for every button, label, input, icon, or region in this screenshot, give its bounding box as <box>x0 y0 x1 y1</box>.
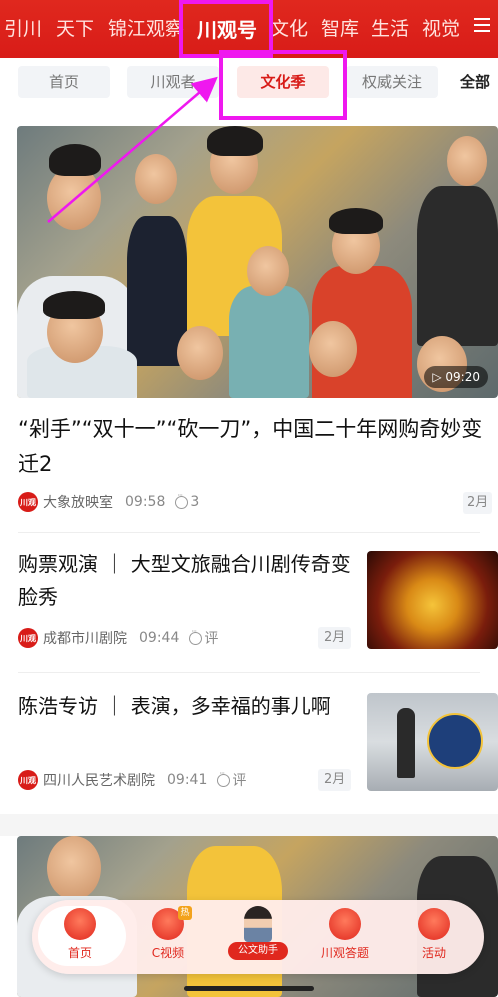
assistant-avatar-icon <box>244 906 272 942</box>
publish-time: 09:44 <box>139 630 180 646</box>
nav-c-video[interactable]: 热 C视频 <box>128 900 208 974</box>
subtab-all[interactable]: 全部 <box>452 66 498 98</box>
activity-icon <box>418 908 450 940</box>
nav-label: C视频 <box>151 946 185 960</box>
nav-home[interactable]: 首页 <box>38 900 126 974</box>
comment-count[interactable]: 3 <box>175 491 199 510</box>
nav-label: 公文助手 <box>228 942 288 960</box>
source-name[interactable]: 成都市川剧院 <box>43 628 127 648</box>
subtab-authority[interactable]: 权威关注 <box>346 66 438 98</box>
source-logo: 川观 <box>18 770 38 790</box>
divider <box>18 532 480 533</box>
channel-tab-1[interactable]: 引川 <box>4 14 42 41</box>
hot-badge: 热 <box>178 906 192 920</box>
source-name[interactable]: 四川人民艺术剧院 <box>43 770 155 790</box>
date-tag: 2月 <box>463 492 493 514</box>
bottom-navigation: 首页 热 C视频 公文助手 川观答题 活动 <box>32 900 484 974</box>
channel-tab-5[interactable]: 文化 <box>270 14 308 41</box>
channel-tab-8[interactable]: 视觉 <box>422 14 460 41</box>
comment-icon <box>217 769 231 787</box>
divider <box>18 672 480 673</box>
article-thumbnail[interactable] <box>367 551 498 649</box>
menu-icon[interactable] <box>474 18 490 34</box>
comment-icon <box>175 491 189 509</box>
feature-meta: 川观 大象放映室 09:58 3 <box>18 491 199 512</box>
source-logo: 川观 <box>18 492 38 512</box>
comment-count[interactable]: 评 <box>217 769 246 790</box>
annotation-box-subtab <box>219 50 347 120</box>
nav-activity[interactable]: 活动 <box>394 900 474 974</box>
subtab-observer[interactable]: 川观者 <box>127 66 219 98</box>
nav-label: 首页 <box>67 946 92 960</box>
source-logo: 川观 <box>18 628 38 648</box>
article-meta: 川观 成都市川剧院 09:44 评 <box>18 627 218 648</box>
article-thumbnail[interactable] <box>367 693 498 791</box>
nav-label: 川观答题 <box>320 946 369 960</box>
nav-label: 活动 <box>421 946 446 960</box>
feature-video-thumbnail[interactable]: ▷ 09:20 <box>17 126 498 398</box>
channel-tab-2[interactable]: 天下 <box>56 14 94 41</box>
channel-tab-3[interactable]: 锦江观察 <box>108 14 184 41</box>
article-meta: 川观 四川人民艺术剧院 09:41 评 <box>18 769 246 790</box>
feature-title[interactable]: “剁手”“双十一”“砍一刀”，中国二十年网购奇妙变迁2 <box>18 412 488 482</box>
article-title[interactable]: 陈浩专访 ｜ 表演，多幸福的事儿啊 <box>18 690 353 723</box>
nav-assistant[interactable]: 公文助手 <box>218 900 298 974</box>
home-icon <box>64 908 96 940</box>
play-icon: ▷ <box>432 370 446 384</box>
publish-time: 09:41 <box>167 772 208 788</box>
comment-count[interactable]: 评 <box>189 627 218 648</box>
channel-tab-7[interactable]: 生活 <box>371 14 409 41</box>
publish-time: 09:58 <box>125 494 166 510</box>
source-name[interactable]: 大象放映室 <box>43 492 113 512</box>
comment-icon <box>189 627 203 645</box>
channel-tab-6[interactable]: 智库 <box>321 14 359 41</box>
date-tag: 2月 <box>318 769 352 791</box>
subtab-home[interactable]: 首页 <box>18 66 110 98</box>
date-tag: 2月 <box>318 627 352 649</box>
section-separator <box>0 814 498 836</box>
nav-quiz[interactable]: 川观答题 <box>305 900 385 974</box>
quiz-icon <box>329 908 361 940</box>
article-title[interactable]: 购票观演 ｜ 大型文旅融合川剧传奇变脸秀 <box>18 548 353 614</box>
video-duration-badge: ▷ 09:20 <box>424 366 488 388</box>
home-indicator <box>184 986 314 991</box>
